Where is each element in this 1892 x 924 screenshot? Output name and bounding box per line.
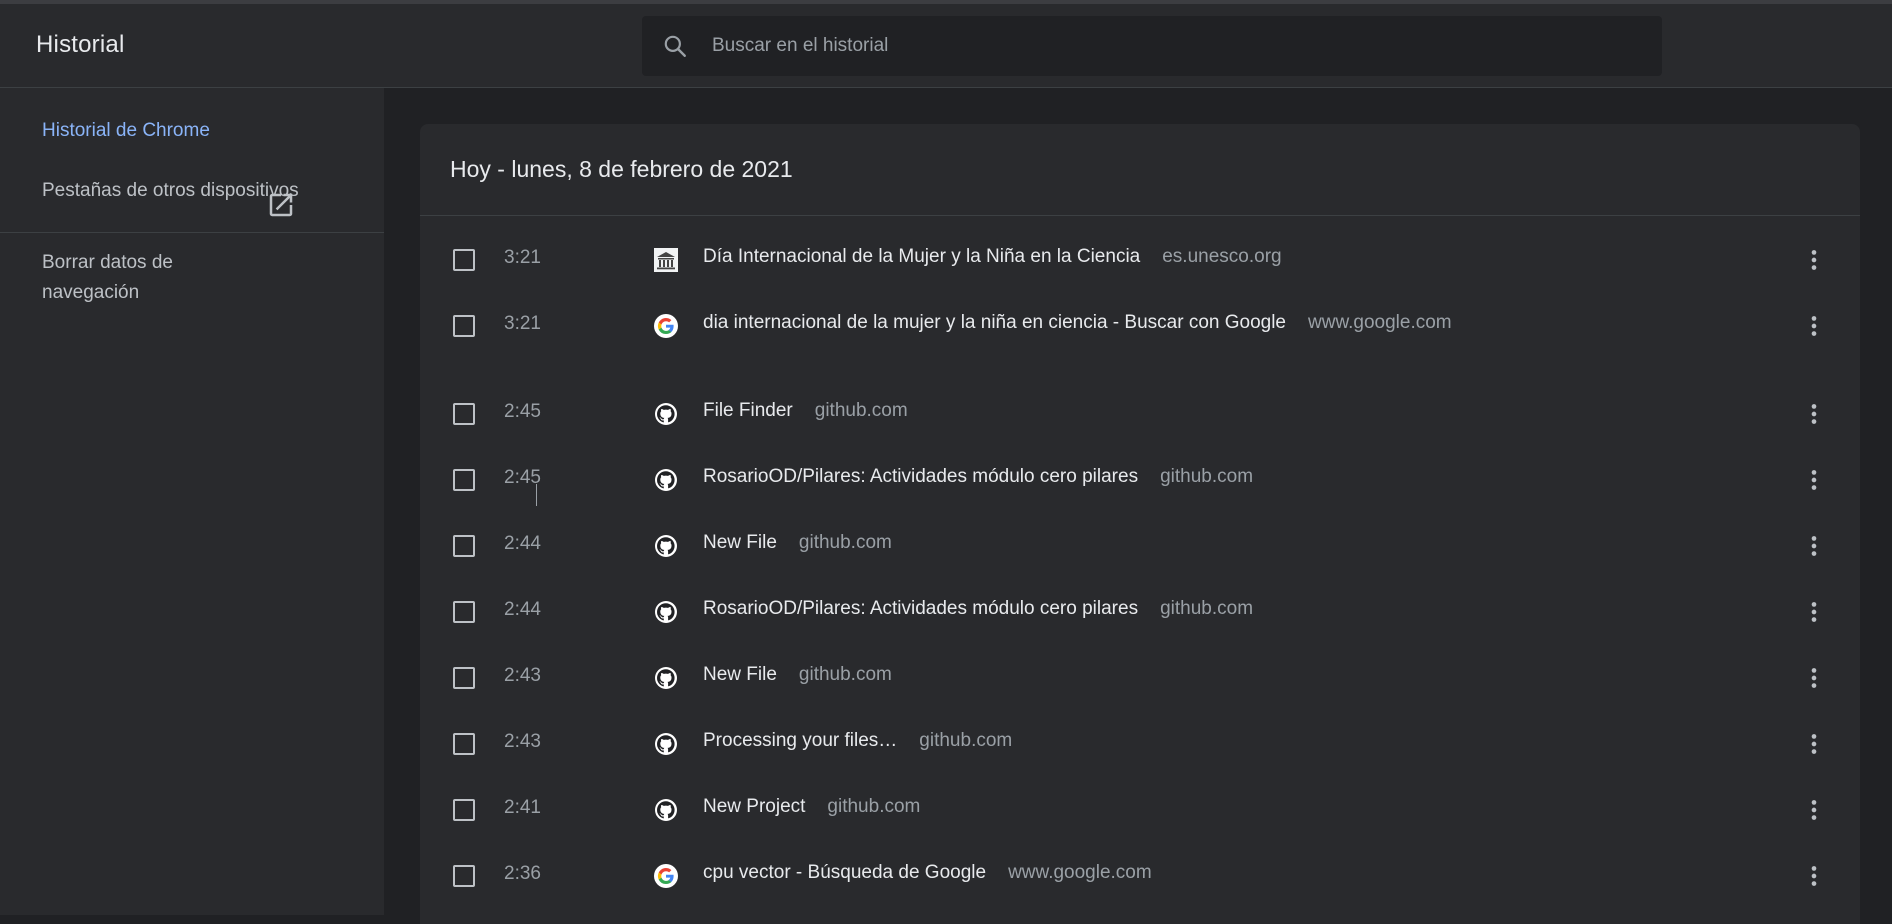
visit-time: 2:43 [504,665,541,686]
entry-title: dia internacional de la mujer y la niña … [703,312,1286,333]
row-checkbox[interactable] [453,249,475,271]
row-checkbox[interactable] [453,469,475,491]
row-checkbox[interactable] [453,315,475,337]
github-icon [654,402,678,426]
history-row[interactable]: 3:21 dia internacional de la mujer y la n… [420,298,1860,354]
entry-title: RosarioOD/Pilares: Actividades módulo ce… [703,466,1139,487]
more-actions-icon[interactable] [1800,598,1828,626]
history-link[interactable]: New File github.com [703,532,892,554]
entry-title: RosarioOD/Pilares: Actividades módulo ce… [703,598,1139,619]
history-row[interactable]: 2:44 New File github.com [420,518,1860,574]
clear-browsing-data-link[interactable]: Borrar datos de navegación [42,248,342,318]
entry-domain: www.google.com [1008,862,1152,883]
row-checkbox[interactable] [453,535,475,557]
history-row[interactable]: 2:43 New File github.com [420,650,1860,706]
search-icon[interactable] [662,33,688,59]
more-actions-icon[interactable] [1800,532,1828,560]
entry-domain: github.com [827,796,921,817]
history-row[interactable]: 2:44 RosarioOD/Pilares: Actividades módul… [420,584,1860,640]
entry-domain: github.com [798,532,892,553]
page-title: Historial [36,31,125,58]
history-link[interactable]: New Project github.com [703,796,920,818]
github-icon [654,732,678,756]
more-actions-icon[interactable] [1800,730,1828,758]
search-input[interactable] [710,16,1640,76]
clear-browsing-data-label: Borrar datos de navegación [42,252,173,303]
more-actions-icon[interactable] [1800,312,1828,340]
history-link[interactable]: dia internacional de la mujer y la niña … [703,312,1452,334]
entry-title: New File [703,664,777,685]
history-card: Hoy - lunes, 8 de febrero de 2021 3:21 Dí… [420,124,1860,924]
visit-time: 3:21 [504,247,541,268]
more-actions-icon[interactable] [1800,796,1828,824]
history-link[interactable]: RosarioOD/Pilares: Actividades módulo ce… [703,598,1253,620]
entry-domain: github.com [814,400,908,421]
search-field[interactable] [642,16,1662,76]
entry-domain: github.com [919,730,1013,751]
row-checkbox[interactable] [453,799,475,821]
google-icon [654,864,678,888]
more-actions-icon[interactable] [1800,862,1828,890]
entry-title: New Project [703,796,806,817]
history-link[interactable]: Processing your files… github.com [703,730,1012,752]
history-link[interactable]: Día Internacional de la Mujer y la Niña … [703,246,1282,268]
visit-time: 2:45 [504,401,541,422]
history-row[interactable]: 3:21 Día Internacional de la Mujer y la N… [420,232,1860,288]
history-row[interactable]: 2:45 File Finder github.com [420,386,1860,442]
visit-time: 2:44 [504,533,541,554]
history-row[interactable]: 2:41 New Project github.com [420,782,1860,838]
entry-domain: github.com [1160,466,1254,487]
entry-domain: www.google.com [1308,312,1452,333]
toolbar: Historial [0,0,1892,88]
history-row[interactable]: 2:45 RosarioOD/Pilares: Actividades módul… [420,452,1860,508]
more-actions-icon[interactable] [1800,466,1828,494]
github-icon [654,600,678,624]
row-checkbox[interactable] [453,733,475,755]
entry-domain: github.com [1160,598,1254,619]
entry-title: Día Internacional de la Mujer y la Niña … [703,246,1141,267]
history-row[interactable]: 2:36 cpu vector - Búsqueda de Google www.g… [420,848,1860,904]
entry-title: Processing your files… [703,730,898,751]
sidebar: Historial de Chrome Pestañas de otros di… [0,88,384,915]
more-actions-icon[interactable] [1800,246,1828,274]
visit-time: 2:45 [504,467,541,488]
history-link[interactable]: RosarioOD/Pilares: Actividades módulo ce… [703,466,1253,488]
row-checkbox[interactable] [453,865,475,887]
open-in-new-icon[interactable] [266,190,296,220]
entry-title: New File [703,532,777,553]
history-link[interactable]: cpu vector - Búsqueda de Google www.googl… [703,862,1152,884]
visit-time: 2:36 [504,863,541,884]
google-icon [654,314,678,338]
date-header: Hoy - lunes, 8 de febrero de 2021 [420,124,1860,216]
sidebar-item-other-devices[interactable]: Pestañas de otros dispositivos [42,180,299,202]
entry-domain: es.unesco.org [1162,246,1282,267]
entry-title: File Finder [703,400,793,421]
visit-time: 2:44 [504,599,541,620]
sidebar-divider [0,232,384,233]
visit-time: 2:41 [504,797,541,818]
sidebar-item-chrome-history[interactable]: Historial de Chrome [42,120,210,142]
visit-time: 3:21 [504,313,541,334]
github-icon [654,534,678,558]
history-link[interactable]: New File github.com [703,664,892,686]
more-actions-icon[interactable] [1800,664,1828,692]
github-icon [654,468,678,492]
github-icon [654,798,678,822]
entry-title: cpu vector - Búsqueda de Google [703,862,987,883]
unesco-icon [654,248,678,272]
visit-time: 2:43 [504,731,541,752]
github-icon [654,666,678,690]
row-checkbox[interactable] [453,601,475,623]
history-row[interactable]: 2:43 Processing your files… github.com [420,716,1860,772]
row-checkbox[interactable] [453,403,475,425]
history-link[interactable]: File Finder github.com [703,400,908,422]
row-checkbox[interactable] [453,667,475,689]
more-actions-icon[interactable] [1800,400,1828,428]
entry-domain: github.com [798,664,892,685]
